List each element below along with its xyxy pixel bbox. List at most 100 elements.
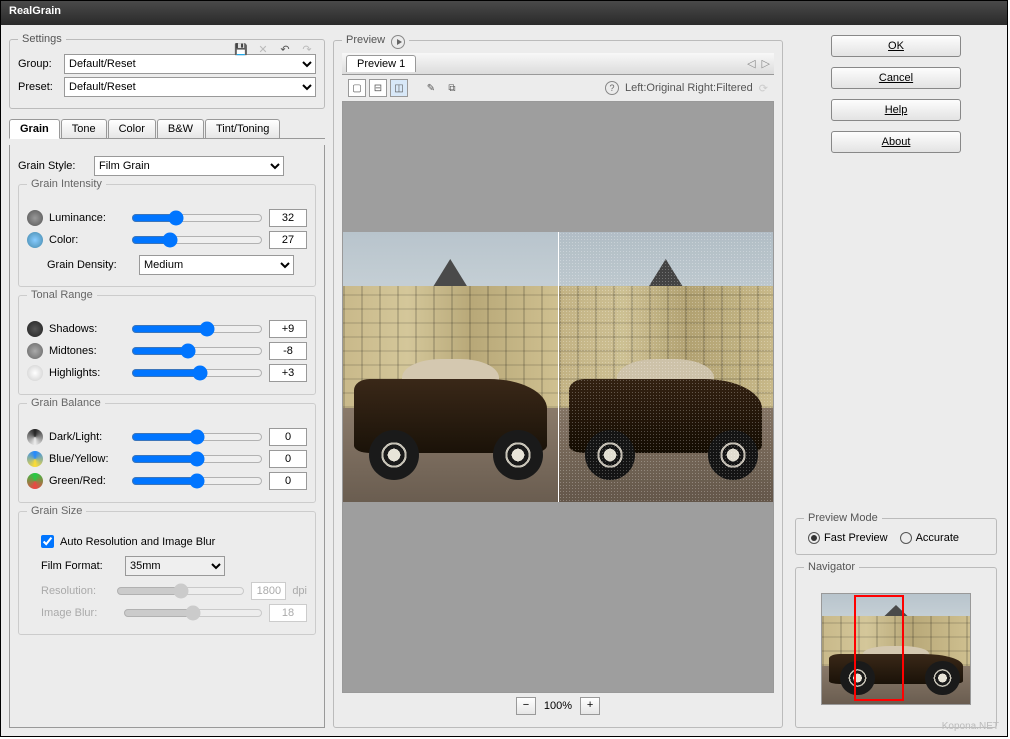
settings-group: Settings 💾 ✕ ↶ ↷ Group: Default/Reset Pr… [9,33,325,109]
midtones-label: Midtones: [49,345,125,357]
navigator-thumbnail[interactable] [821,593,971,705]
shadows-slider[interactable] [131,321,263,337]
darklight-slider[interactable] [131,429,263,445]
darklight-icon [27,429,43,445]
preview-legend: Preview [342,33,409,47]
greenred-slider[interactable] [131,473,263,489]
grain-style-select[interactable]: Film Grain [94,156,284,176]
luminance-icon [27,210,43,226]
navigator-legend: Navigator [804,561,859,573]
redo-icon[interactable]: ↷ [300,42,314,56]
midtones-icon [27,343,43,359]
greenred-value[interactable]: 0 [269,472,307,490]
blueyellow-label: Blue/Yellow: [49,453,125,465]
resolution-slider [116,583,245,599]
zoom-in-button[interactable]: + [580,697,600,715]
ok-button[interactable]: OK [831,35,961,57]
greenred-label: Green/Red: [49,475,125,487]
group-select[interactable]: Default/Reset [64,54,316,74]
accurate-radio[interactable]: Accurate [900,532,959,544]
blueyellow-value[interactable]: 0 [269,450,307,468]
preview-canvas[interactable] [342,101,774,693]
play-icon[interactable] [391,35,405,49]
resolution-label: Resolution: [41,585,110,597]
shadows-label: Shadows: [49,323,125,335]
auto-resolution-label: Auto Resolution and Image Blur [60,536,215,548]
luminance-label: Luminance: [49,212,125,224]
color-label: Color: [49,234,125,246]
preview-mode-legend: Preview Mode [804,512,882,524]
luminance-slider[interactable] [131,210,263,226]
preview-filtered [559,232,774,502]
new-preview-icon[interactable]: ✎ [422,79,440,97]
delete-icon[interactable]: ✕ [256,42,270,56]
help-button[interactable]: Help [831,99,961,121]
tonal-legend: Tonal Range [27,289,97,301]
zoom-out-button[interactable]: − [516,697,536,715]
view-single-icon[interactable]: ▢ [348,79,366,97]
view-split-v-icon[interactable]: ◫ [390,79,408,97]
zoom-level: 100% [544,700,572,712]
color-icon [27,232,43,248]
preview-tab-1[interactable]: Preview 1 [346,55,416,72]
fast-preview-radio[interactable]: Fast Preview [808,532,888,544]
window-title: RealGrain [9,5,61,17]
preview-original [343,232,558,502]
undo-icon[interactable]: ↶ [278,42,292,56]
radio-unchecked-icon [900,532,912,544]
about-button[interactable]: About [831,131,961,153]
color-value[interactable]: 27 [269,231,307,249]
compare-label: Left:Original Right:Filtered [625,82,753,94]
resolution-value: 1800 [251,582,286,600]
tab-bw[interactable]: B&W [157,119,204,138]
group-label: Group: [18,58,58,70]
auto-resolution-checkbox[interactable] [41,535,54,548]
navigator-viewport[interactable] [854,595,904,701]
tab-grain[interactable]: Grain [9,119,60,139]
watermark: Kopona.NET [942,721,999,732]
prev-tab-right-icon[interactable]: ▷ [762,57,770,70]
settings-legend: Settings [18,33,66,45]
duplicate-preview-icon[interactable]: ⧉ [443,79,461,97]
help-icon[interactable]: ? [605,81,619,95]
image-blur-slider [123,605,263,621]
blueyellow-slider[interactable] [131,451,263,467]
highlights-slider[interactable] [131,365,263,381]
view-split-h-icon[interactable]: ⊟ [369,79,387,97]
tab-content: Grain Style: Film Grain Grain Intensity … [9,145,325,728]
grain-style-label: Grain Style: [18,160,88,172]
intensity-legend: Grain Intensity [27,178,106,190]
shadows-icon [27,321,43,337]
darklight-value[interactable]: 0 [269,428,307,446]
image-blur-label: Image Blur: [41,607,117,619]
titlebar: RealGrain [1,1,1007,25]
midtones-value[interactable]: -8 [269,342,307,360]
tab-color[interactable]: Color [108,119,156,138]
highlights-value[interactable]: +3 [269,364,307,382]
highlights-label: Highlights: [49,367,125,379]
tab-tint[interactable]: Tint/Toning [205,119,280,138]
density-select[interactable]: Medium [139,255,294,275]
preview-mode-group: Preview Mode Fast Preview Accurate [795,512,997,555]
balance-legend: Grain Balance [27,397,105,409]
preset-select[interactable]: Default/Reset [64,77,316,97]
film-format-select[interactable]: 35mm [125,556,225,576]
tab-tone[interactable]: Tone [61,119,107,138]
highlights-icon [27,365,43,381]
prev-tab-left-icon[interactable]: ◁ [747,57,755,70]
save-icon[interactable]: 💾 [234,42,248,56]
shadows-value[interactable]: +9 [269,320,307,338]
progress-icon: ⟳ [759,82,768,95]
resolution-unit: dpi [292,585,307,597]
preset-label: Preset: [18,81,58,93]
greenred-icon [27,473,43,489]
midtones-slider[interactable] [131,343,263,359]
radio-checked-icon [808,532,820,544]
luminance-value[interactable]: 32 [269,209,307,227]
size-legend: Grain Size [27,505,86,517]
color-slider[interactable] [131,232,263,248]
image-blur-value: 18 [269,604,307,622]
cancel-button[interactable]: Cancel [831,67,961,89]
tab-strip: Grain Tone Color B&W Tint/Toning [9,119,325,139]
film-format-label: Film Format: [41,560,119,572]
